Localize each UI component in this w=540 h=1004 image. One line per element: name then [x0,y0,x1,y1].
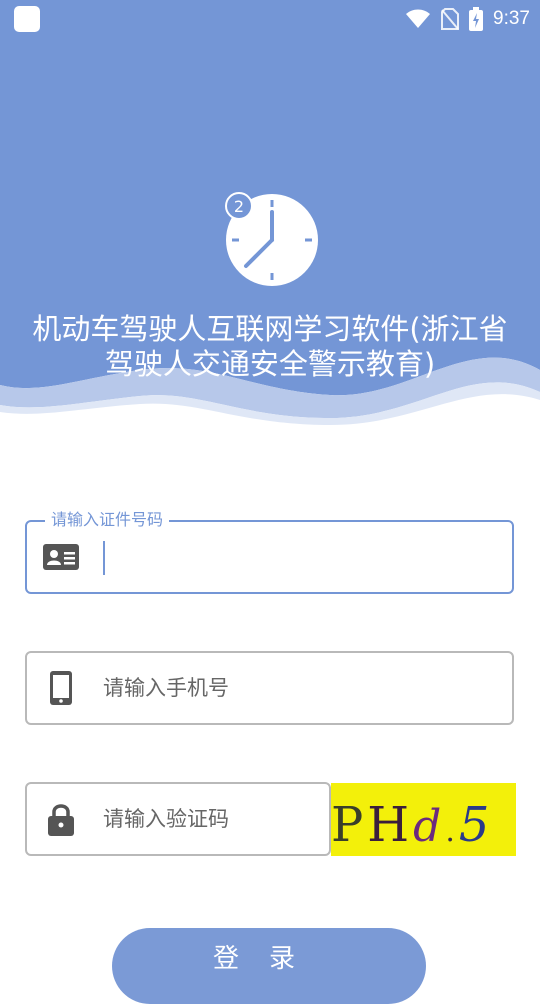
captcha-text: PHd.5 [331,797,516,853]
lock-icon [48,804,74,836]
app-title: 机动车驾驶人互联网学习软件(浙江省驾驶人交通安全警示教育) [32,312,508,381]
status-bar: 9:37 [0,0,540,36]
login-button[interactable]: 登录 [112,928,426,1004]
header: 9:37 2 机动车驾驶人互联网学习软件(浙江省驾驶人交通安全警示教育) [0,0,540,430]
text-cursor [103,541,105,575]
captcha-glyph: P [331,797,368,853]
no-sim-icon [441,8,460,30]
captcha-glyph: . [445,814,459,849]
battery-charging-icon [469,7,484,31]
captcha-glyph: 5 [458,797,494,853]
clock-icon: 2 [225,192,318,286]
phone-input[interactable] [103,653,498,723]
id-card-icon [43,544,79,570]
captcha-glyph: d [413,801,446,852]
status-time: 9:37 [493,8,530,29]
phone-field[interactable] [25,651,514,725]
notification-icon [14,6,40,32]
captcha-field[interactable] [25,782,331,856]
captcha-glyph: H [367,797,414,853]
mobile-phone-icon [50,671,72,705]
id-number-input[interactable] [103,522,498,592]
captcha-image[interactable]: PHd.5 [331,783,516,856]
id-number-field[interactable]: 请输入证件号码 [25,510,514,594]
captcha-input[interactable] [103,784,315,854]
status-icons: 9:37 [405,6,530,32]
clock-badge: 2 [234,197,244,216]
wifi-icon [406,9,431,28]
